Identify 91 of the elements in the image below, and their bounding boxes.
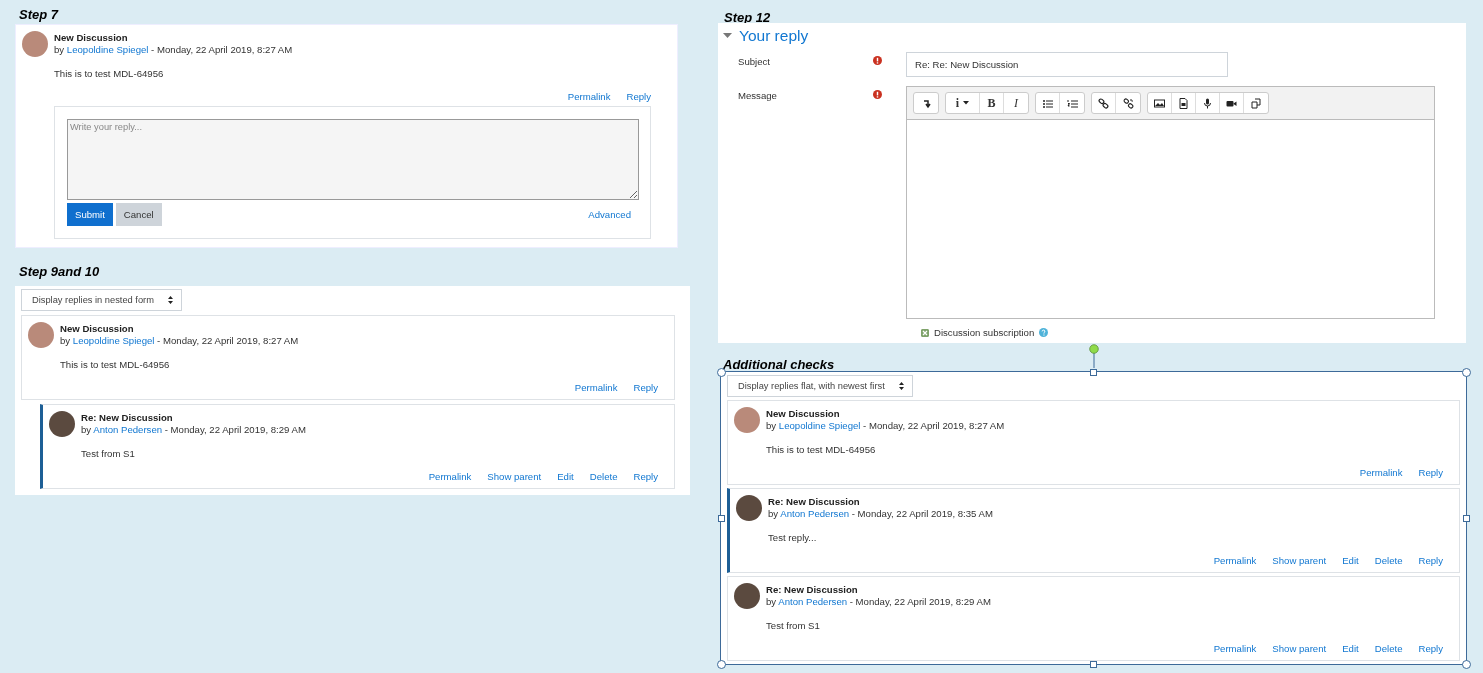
image-icon — [1154, 97, 1165, 109]
author-link[interactable]: Anton Pedersen — [778, 596, 848, 607]
post-action-link[interactable]: Show parent — [1272, 643, 1327, 654]
display-mode-dropdown[interactable]: Display replies flat, with newest first — [727, 375, 913, 397]
post-byline: by Leopoldine Spiegel - Monday, 22 April 2019, 8:27 AM — [766, 420, 1006, 431]
post-subject: New Discussion — [54, 32, 129, 43]
post-message: This is to test MDL-64956 — [766, 444, 877, 455]
post-message: Test from S1 — [766, 620, 821, 631]
post-action-link[interactable]: Permalink — [1213, 643, 1257, 654]
post-subject: Re: New Discussion — [768, 496, 861, 507]
author-link[interactable]: Anton Pedersen — [93, 424, 163, 435]
copy-icon — [1250, 97, 1262, 109]
post-subject: New Discussion — [766, 408, 841, 419]
corner-resize-handle[interactable] — [1461, 367, 1471, 377]
post-action-link[interactable]: Delete — [589, 471, 618, 482]
step-caption: Step 9and 10 — [19, 264, 100, 279]
cancel-button[interactable]: Cancel — [115, 203, 162, 226]
document-icon — [1178, 97, 1189, 109]
post-message: This is to test MDL-64956 — [60, 359, 171, 370]
post-subject: New Discussion — [60, 323, 135, 334]
step-caption: Additional checks — [723, 357, 835, 372]
post-byline: by Anton Pedersen - Monday, 22 April 2019, 8:29 AM — [766, 596, 992, 607]
avatar — [28, 322, 54, 348]
bold-button[interactable]: B — [980, 93, 1004, 113]
post-byline: by Anton Pedersen - Monday, 22 April 2019, 8:29 AM — [81, 424, 307, 435]
numbered-list-icon — [1066, 97, 1078, 109]
post-action-link[interactable]: Edit — [1342, 555, 1359, 566]
info-dropdown-button[interactable]: i — [946, 93, 980, 113]
italic-button[interactable]: I — [1004, 93, 1028, 113]
avatar — [736, 495, 762, 521]
author-link[interactable]: Leopoldine Spiegel — [66, 44, 149, 55]
section-title: Your reply — [739, 27, 809, 45]
side-resize-handle[interactable] — [1462, 514, 1470, 522]
display-mode-dropdown[interactable]: Display replies in nested form — [21, 289, 182, 311]
post-action-link[interactable]: Delete — [1374, 555, 1403, 566]
post-action-link[interactable]: Edit — [557, 471, 574, 482]
post-action-link[interactable]: Show parent — [487, 471, 542, 482]
corner-resize-handle[interactable] — [716, 367, 726, 377]
rotation-handle[interactable] — [1088, 344, 1099, 368]
step-caption: Step 12 — [724, 10, 771, 25]
subscription-label: Discussion subscription — [934, 327, 1035, 338]
bullet-list-icon — [1042, 97, 1053, 109]
side-resize-handle[interactable] — [717, 514, 725, 522]
avatar — [734, 407, 760, 433]
caret-icon — [963, 101, 970, 105]
side-resize-handle[interactable] — [1090, 368, 1097, 376]
post-message: This is to test MDL-64956 — [54, 68, 165, 79]
microphone-icon — [1202, 97, 1213, 109]
avatar — [734, 583, 760, 609]
side-resize-handle[interactable] — [1090, 660, 1097, 668]
post-action-link[interactable]: Reply — [1418, 643, 1443, 654]
post-byline: by Anton Pedersen - Monday, 22 April 2019, 8:35 AM — [768, 508, 994, 519]
advanced-link[interactable]: Advanced — [588, 209, 631, 220]
collapse-caret-icon[interactable] — [723, 33, 732, 39]
submit-button[interactable]: Submit — [67, 203, 113, 226]
unlink-icon — [1122, 97, 1134, 109]
sort-caret-icon — [898, 382, 904, 390]
post-action-link[interactable]: Permalink — [574, 382, 618, 393]
post-action-link[interactable]: Permalink — [1213, 555, 1257, 566]
subject-input-field[interactable]: Re: Re: New Discussion — [906, 52, 1228, 77]
reply-input-field[interactable]: Write your reply... — [67, 119, 639, 200]
post-message: Test from S1 — [81, 448, 136, 459]
corner-resize-handle[interactable] — [716, 659, 726, 669]
post-action-link[interactable]: Reply — [633, 471, 658, 482]
author-link[interactable]: Anton Pedersen — [780, 508, 850, 519]
post-byline: by Leopoldine Spiegel - Monday, 22 April 2019, 8:27 AM — [54, 44, 294, 55]
corner-resize-handle[interactable] — [1461, 659, 1471, 669]
post-action-link[interactable]: Reply — [1418, 467, 1443, 478]
link-icon — [1098, 97, 1109, 109]
author-link[interactable]: Leopoldine Spiegel — [72, 335, 155, 346]
post-action-link[interactable]: Permalink — [428, 471, 472, 482]
post-byline: by Leopoldine Spiegel - Monday, 22 April 2019, 8:27 AM — [60, 335, 300, 346]
post-action-link[interactable]: Reply — [1418, 555, 1443, 566]
post-message: Test reply... — [768, 532, 818, 543]
post-subject: Re: New Discussion — [766, 584, 859, 595]
post-action-link[interactable]: Delete — [1374, 643, 1403, 654]
post-action-link[interactable]: Show parent — [1272, 555, 1327, 566]
field-label: Subject — [737, 55, 771, 67]
post-action-link[interactable]: Reply — [633, 382, 658, 393]
checkbox[interactable] — [921, 328, 929, 337]
post-action-link[interactable]: Permalink — [1359, 467, 1403, 478]
post-action-link[interactable]: Edit — [1342, 643, 1359, 654]
author-link[interactable]: Leopoldine Spiegel — [778, 420, 861, 431]
avatar — [49, 411, 75, 437]
step-caption: Step 7 — [19, 7, 58, 22]
post-action-link[interactable]: Reply — [626, 91, 651, 102]
post-action-link[interactable]: Permalink — [567, 91, 611, 102]
field-label: Message — [737, 89, 778, 101]
sort-caret-icon — [167, 296, 173, 304]
avatar — [22, 31, 48, 57]
post-subject: Re: New Discussion — [81, 412, 174, 423]
